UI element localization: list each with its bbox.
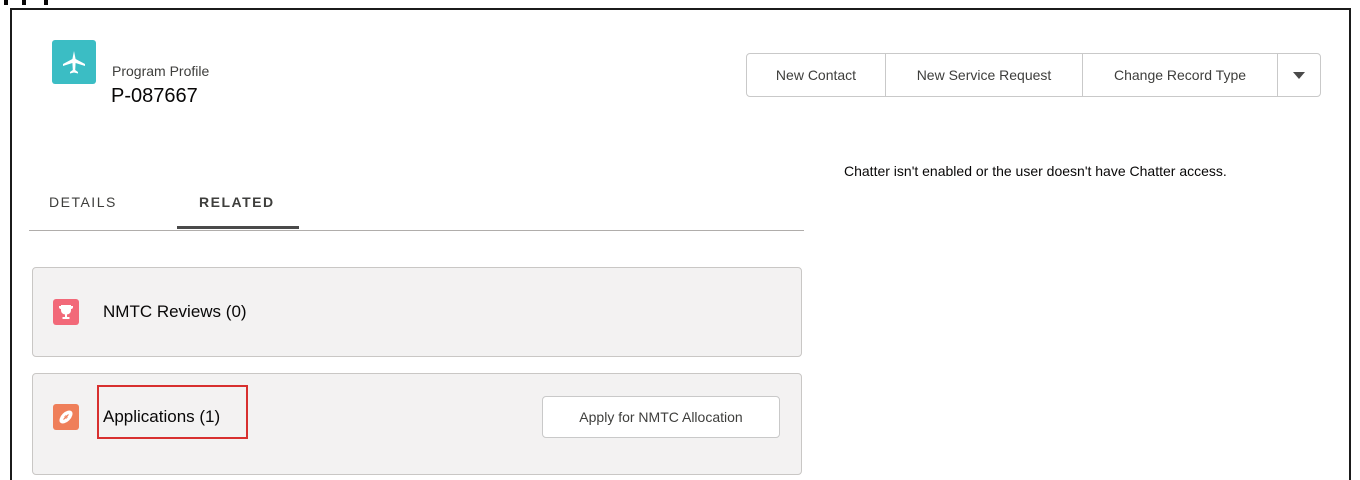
- record-type-label: Program Profile: [112, 63, 210, 79]
- more-actions-button[interactable]: [1278, 54, 1320, 96]
- caret-down-icon: [1293, 72, 1305, 79]
- apply-nmtc-allocation-button[interactable]: Apply for NMTC Allocation: [542, 396, 780, 438]
- football-icon: [53, 404, 79, 430]
- record-name: P-087667: [111, 85, 198, 107]
- chatter-message: Chatter isn't enabled or the user doesn'…: [844, 163, 1227, 179]
- cropped-heading-fragment: [4, 0, 50, 5]
- nmtc-reviews-title[interactable]: NMTC Reviews (0): [103, 302, 247, 322]
- airplane-icon: [52, 40, 96, 84]
- tab-related[interactable]: RELATED: [199, 194, 275, 210]
- header-actions: New Contact New Service Request Change R…: [746, 53, 1321, 97]
- trophy-icon: [53, 299, 79, 325]
- tab-details[interactable]: DETAILS: [49, 194, 117, 210]
- highlight-box: [97, 385, 248, 439]
- related-list-nmtc-reviews: NMTC Reviews (0): [32, 267, 802, 357]
- change-record-type-button[interactable]: Change Record Type: [1083, 54, 1278, 96]
- new-service-request-button[interactable]: New Service Request: [886, 54, 1083, 96]
- new-contact-button[interactable]: New Contact: [747, 54, 886, 96]
- record-tabs: DETAILS RELATED: [29, 180, 804, 231]
- active-tab-indicator: [177, 226, 299, 229]
